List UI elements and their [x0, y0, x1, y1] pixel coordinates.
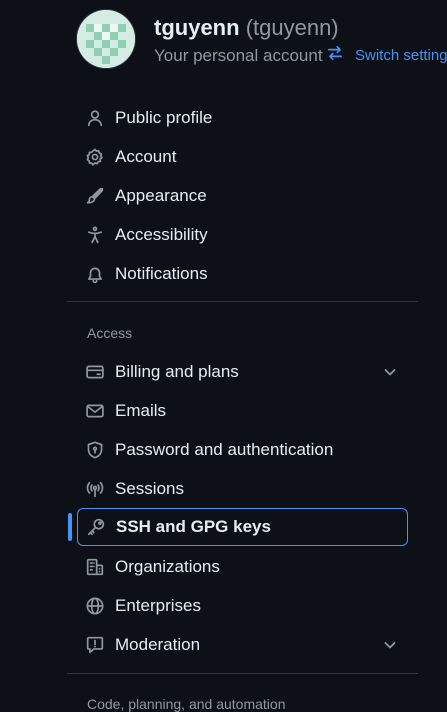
nav-item-label: Account — [115, 147, 177, 166]
nav-item-appearance[interactable]: Appearance — [77, 177, 408, 215]
nav-item-label: Appearance — [115, 186, 207, 205]
nav-item-label: Notifications — [115, 264, 208, 283]
report-icon — [86, 636, 104, 654]
shield-lock-icon — [86, 441, 104, 459]
nav-item-password-and-authentication[interactable]: Password and authentication — [77, 431, 408, 469]
section-heading-access: Access — [87, 325, 133, 341]
credit-card-icon — [86, 363, 104, 381]
globe-icon — [86, 597, 104, 615]
nav-item-label: Sessions — [115, 479, 184, 498]
nav-divider — [67, 673, 418, 674]
key-icon — [87, 518, 105, 536]
nav-item-public-profile[interactable]: Public profile — [77, 99, 408, 137]
section-heading-code-planning-automation: Code, planning, and automation — [87, 696, 286, 712]
gear-icon — [86, 148, 104, 166]
account-handle: (tguyenn) — [245, 15, 339, 40]
nav-item-billing-and-plans[interactable]: Billing and plans — [77, 353, 408, 391]
organization-icon — [86, 558, 104, 576]
chevron-down-icon[interactable] — [382, 364, 398, 380]
nav-item-label: Organizations — [115, 557, 220, 576]
paintbrush-icon — [86, 187, 104, 205]
switch-settings-link[interactable]: Switch settings — [355, 45, 447, 67]
account-login: tguyenn — [154, 15, 240, 40]
nav-item-label: Enterprises — [115, 596, 201, 615]
nav-item-label: Public profile — [115, 108, 213, 127]
identicon-image — [77, 10, 135, 68]
nav-item-organizations[interactable]: Organizations — [77, 548, 408, 586]
nav-item-label: Emails — [115, 401, 167, 420]
avatar[interactable] — [77, 10, 135, 68]
nav-item-enterprises[interactable]: Enterprises — [77, 587, 408, 625]
bell-icon — [86, 265, 104, 283]
nav-item-notifications[interactable]: Notifications — [77, 255, 408, 293]
chevron-down-icon[interactable] — [382, 637, 398, 653]
nav-item-accessibility[interactable]: Accessibility — [77, 216, 408, 254]
person-icon — [86, 109, 104, 127]
broadcast-icon — [86, 480, 104, 498]
account-name: tguyenn (tguyenn) — [154, 14, 339, 42]
mail-icon — [86, 402, 104, 420]
nav-item-moderation[interactable]: Moderation — [77, 626, 408, 664]
nav-item-account[interactable]: Account — [77, 138, 408, 176]
account-header: tguyenn (tguyenn) Your personal account … — [77, 10, 447, 70]
nav-item-ssh-and-gpg-keys[interactable]: SSH and GPG keys — [68, 508, 408, 546]
nav-item-label: Accessibility — [115, 225, 208, 244]
nav-item-label: Password and authentication — [115, 440, 334, 459]
nav-item-emails[interactable]: Emails — [77, 392, 408, 430]
nav-item-label: Billing and plans — [115, 362, 239, 381]
settings-sidebar-page: tguyenn (tguyenn) Your personal account … — [0, 0, 447, 712]
nav-item-label: SSH and GPG keys — [116, 517, 271, 536]
nav-divider — [67, 301, 418, 302]
nav-item-sessions[interactable]: Sessions — [77, 470, 408, 508]
arrow-switch-icon[interactable] — [326, 44, 344, 62]
accessibility-icon — [86, 226, 104, 244]
active-indicator — [68, 513, 72, 541]
nav-item-label: Moderation — [115, 635, 201, 654]
account-subtitle: Your personal account — [154, 46, 323, 65]
